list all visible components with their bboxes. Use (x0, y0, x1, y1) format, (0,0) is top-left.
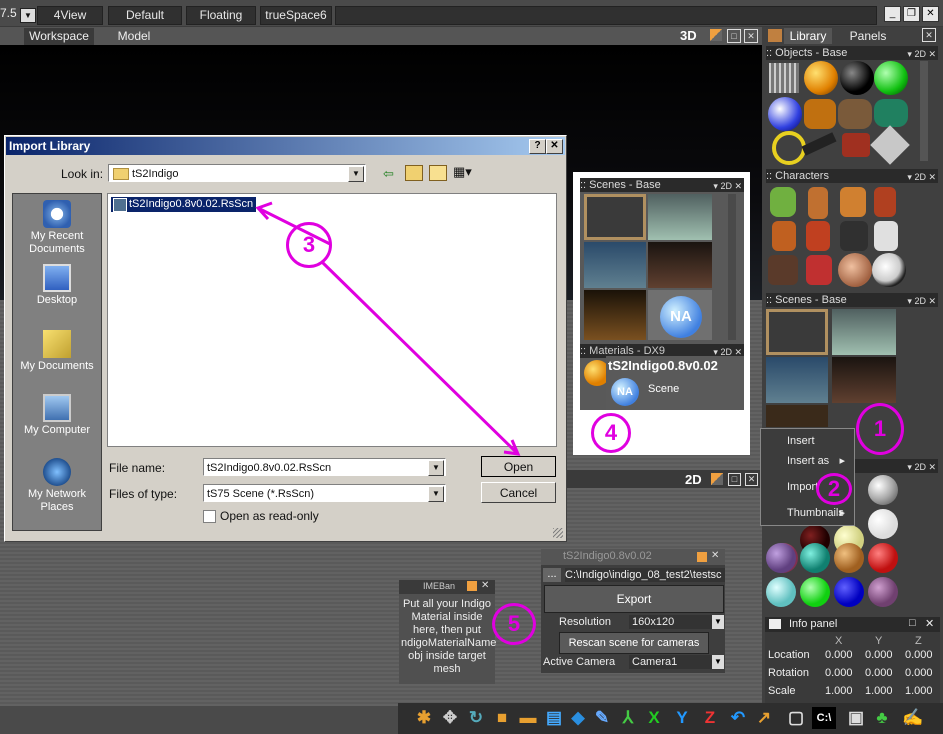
annotation-1: 1 (856, 403, 904, 455)
annotation-5: 5 (492, 603, 536, 645)
annotation-3: 3 (286, 222, 332, 268)
annotation-2: 2 (816, 473, 852, 505)
arrow-3-to-open (320, 260, 520, 456)
annotation-4: 4 (591, 413, 631, 453)
annotation-arrows (255, 201, 521, 456)
